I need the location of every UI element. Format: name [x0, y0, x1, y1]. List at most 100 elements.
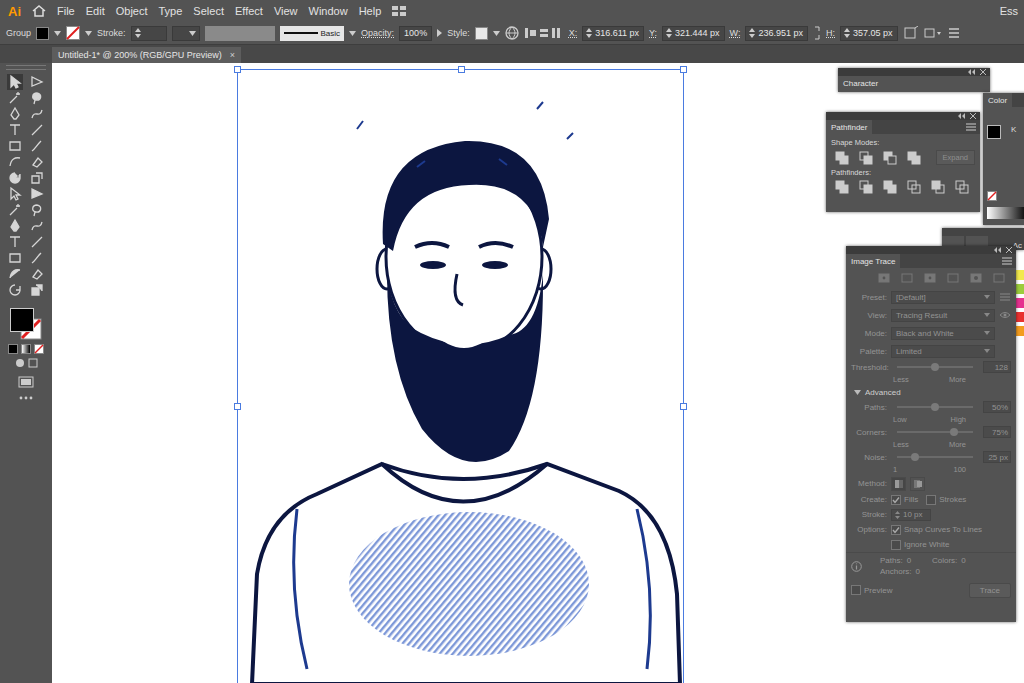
- stroke-field[interactable]: 10 px: [891, 509, 931, 521]
- fill-box[interactable]: [10, 308, 34, 332]
- close-tab-button[interactable]: ×: [230, 50, 235, 60]
- collapse-icon[interactable]: [968, 69, 976, 75]
- artboard[interactable]: [237, 69, 684, 683]
- preset-icon[interactable]: [970, 272, 982, 284]
- toolbar-grip[interactable]: [6, 65, 46, 70]
- document-tab[interactable]: Untitled-1* @ 200% (RGB/GPU Preview) ×: [52, 47, 241, 63]
- transform-label[interactable]: Y:: [649, 28, 657, 38]
- preset-icon[interactable]: [993, 272, 1005, 284]
- pen-tool-icon[interactable]: [7, 106, 23, 122]
- perspective-tool-icon[interactable]: [29, 202, 45, 218]
- gradient-button[interactable]: [21, 344, 31, 354]
- traced-portrait[interactable]: [237, 69, 684, 683]
- spinner-icon[interactable]: [586, 28, 592, 38]
- shaper-tool-icon[interactable]: [7, 154, 23, 170]
- symbol-tool-icon[interactable]: [7, 250, 23, 266]
- gradient-tool-icon[interactable]: [29, 218, 45, 234]
- pathfinder-icon[interactable]: [955, 180, 969, 194]
- dropdown-icon[interactable]: [984, 331, 990, 335]
- menu-item[interactable]: Help: [359, 5, 382, 17]
- menu-item[interactable]: Select: [193, 5, 224, 17]
- fill-swatch[interactable]: [987, 125, 1001, 139]
- menu-item[interactable]: Type: [159, 5, 183, 17]
- home-icon[interactable]: [32, 5, 46, 17]
- rotate-tool-icon[interactable]: [7, 170, 23, 186]
- panel-menu-icon[interactable]: [1002, 257, 1012, 265]
- preset-menu-icon[interactable]: [999, 293, 1011, 301]
- close-icon[interactable]: [980, 69, 986, 75]
- menu-item[interactable]: File: [57, 5, 75, 17]
- variable-width-profile[interactable]: [205, 26, 275, 41]
- pathfinder-icon[interactable]: [883, 180, 897, 194]
- panel-tab[interactable]: Pathfinder: [826, 120, 872, 134]
- setting-dropdown[interactable]: Tracing Result: [891, 309, 995, 322]
- scale-tool-icon[interactable]: [29, 170, 45, 186]
- slider-knob[interactable]: [931, 363, 939, 371]
- menu-item[interactable]: View: [274, 5, 298, 17]
- link-icon[interactable]: [813, 26, 821, 40]
- setting-slider[interactable]: [897, 431, 973, 433]
- spinner-icon[interactable]: [895, 511, 900, 519]
- slider-knob[interactable]: [931, 403, 939, 411]
- resize-handle[interactable]: [458, 66, 465, 73]
- resize-handle[interactable]: [234, 66, 241, 73]
- app-logo[interactable]: Ai: [8, 4, 21, 19]
- panel-tab[interactable]: Character: [838, 76, 883, 90]
- option-checkbox[interactable]: Snap Curves To Lines: [891, 525, 982, 535]
- threshold-slider[interactable]: [897, 366, 973, 368]
- dropdown-icon[interactable]: [984, 313, 990, 317]
- panel-menu-icon[interactable]: [947, 26, 961, 40]
- arrange-documents-icon[interactable]: [392, 6, 406, 16]
- artboard-tool-icon[interactable]: [7, 266, 23, 282]
- fill-swatch[interactable]: [36, 27, 49, 40]
- shape-mode-icon[interactable]: [883, 151, 897, 165]
- checkbox-box[interactable]: [926, 495, 936, 505]
- transform-field[interactable]: 357.05 px: [840, 26, 898, 41]
- menu-item[interactable]: Effect: [235, 5, 263, 17]
- setting-slider[interactable]: [897, 406, 973, 408]
- advanced-toggle[interactable]: Advanced: [846, 385, 1016, 400]
- setting-dropdown[interactable]: [Default]: [891, 291, 995, 304]
- checkbox-box[interactable]: [891, 495, 901, 505]
- trace-button[interactable]: Trace: [969, 583, 1011, 598]
- pathfinder-icon[interactable]: [931, 180, 945, 194]
- stroke-weight-field[interactable]: [131, 26, 167, 41]
- transform-field[interactable]: 316.611 px: [582, 26, 644, 41]
- transform-field[interactable]: 321.444 px: [662, 26, 725, 41]
- eye-icon[interactable]: [999, 311, 1011, 319]
- type-tool-icon[interactable]: [7, 122, 23, 138]
- eraser-tool-icon[interactable]: [29, 154, 45, 170]
- line-tool-icon[interactable]: [29, 122, 45, 138]
- preset-icon[interactable]: [878, 272, 890, 284]
- pathfinder-icon[interactable]: [835, 180, 849, 194]
- draw-behind-icon[interactable]: [28, 358, 38, 368]
- brush-definition[interactable]: Basic: [280, 26, 345, 41]
- spinner-icon[interactable]: [749, 28, 755, 38]
- stroke-none-icon[interactable]: [66, 26, 80, 40]
- setting-dropdown[interactable]: Black and White: [891, 327, 995, 340]
- paintbrush-tool-icon[interactable]: [29, 138, 45, 154]
- hand-tool-icon[interactable]: [7, 282, 23, 298]
- create-checkbox[interactable]: Fills: [891, 495, 918, 505]
- magic-wand-tool-icon[interactable]: [7, 90, 23, 106]
- selection-tool-icon[interactable]: [7, 74, 23, 90]
- opacity-field[interactable]: 100%: [399, 26, 432, 41]
- shape-builder-tool-icon[interactable]: [7, 202, 23, 218]
- checkbox-box[interactable]: [891, 540, 901, 550]
- lasso-tool-icon[interactable]: [29, 90, 45, 106]
- opacity-label[interactable]: Opacity:: [361, 28, 394, 38]
- panel-strip[interactable]: [838, 68, 990, 76]
- menu-item[interactable]: Edit: [86, 5, 105, 17]
- rectangle-tool-icon[interactable]: [7, 138, 23, 154]
- shape-mode-icon[interactable]: [835, 151, 849, 165]
- dropdown-icon[interactable]: [189, 31, 196, 36]
- graphic-style-swatch[interactable]: [475, 27, 488, 40]
- mesh-tool-icon[interactable]: [7, 218, 23, 234]
- shape-mode-icon[interactable]: [907, 151, 921, 165]
- none-swatch-icon[interactable]: [987, 191, 997, 201]
- dropdown-icon[interactable]: [54, 31, 61, 36]
- preset-icon[interactable]: [924, 272, 936, 284]
- pathfinder-icon[interactable]: [907, 180, 921, 194]
- slider-knob[interactable]: [911, 453, 919, 461]
- slider-knob[interactable]: [950, 428, 958, 436]
